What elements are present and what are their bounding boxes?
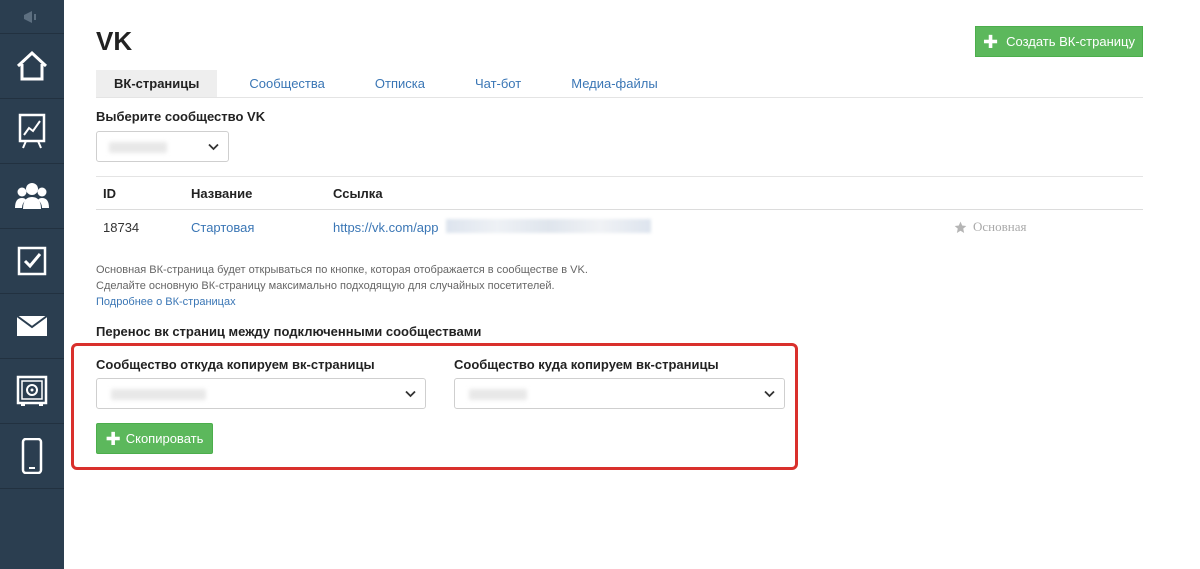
target-community-label: Сообщество куда копируем вк-страницы bbox=[454, 357, 719, 372]
home-icon bbox=[16, 50, 48, 81]
sidebar bbox=[0, 0, 64, 569]
plus-icon: ✚ bbox=[983, 31, 999, 52]
chevron-down-icon bbox=[764, 390, 775, 398]
copy-button-label: Скопировать bbox=[125, 431, 204, 446]
main-content: VK ✚ Создать ВК-страницу ВК-страницы Соо… bbox=[64, 0, 1200, 569]
community-select[interactable] bbox=[96, 131, 229, 162]
blurred-url bbox=[446, 219, 651, 233]
source-community-select[interactable] bbox=[96, 378, 426, 409]
megaphone-icon bbox=[24, 10, 36, 23]
chevron-down-icon bbox=[405, 390, 416, 398]
row-name-link[interactable]: Стартовая bbox=[191, 220, 254, 235]
tab-communities[interactable]: Сообщества bbox=[231, 70, 343, 97]
tab-chatbot[interactable]: Чат-бот bbox=[457, 70, 539, 97]
sidebar-top bbox=[0, 0, 64, 34]
table-row: 18734 Стартовая https://vk.com/app Основ… bbox=[96, 210, 1143, 244]
sidebar-item-home[interactable] bbox=[0, 34, 64, 99]
checkbox-icon bbox=[17, 246, 47, 276]
blurred-value bbox=[109, 142, 167, 153]
row-url-link[interactable]: https://vk.com/app bbox=[333, 220, 439, 235]
sidebar-item-tasks[interactable] bbox=[0, 229, 64, 294]
blurred-value bbox=[111, 389, 206, 400]
main-page-badge[interactable]: Основная bbox=[954, 219, 1026, 235]
chevron-down-icon bbox=[208, 143, 219, 151]
sidebar-item-safe[interactable] bbox=[0, 359, 64, 424]
note-line-1: Основная ВК-страница будет открываться п… bbox=[96, 264, 588, 276]
create-vk-page-label: Создать ВК-страницу bbox=[1006, 34, 1135, 49]
column-id: ID bbox=[103, 186, 116, 201]
users-icon bbox=[15, 183, 49, 209]
tab-bar: ВК-страницы Сообщества Отписка Чат-бот М… bbox=[96, 70, 1143, 98]
tab-unsubscribe[interactable]: Отписка bbox=[357, 70, 443, 97]
chart-icon bbox=[18, 113, 46, 149]
sidebar-item-mobile[interactable] bbox=[0, 424, 64, 489]
column-link: Ссылка bbox=[333, 186, 383, 201]
plus-icon: ✚ bbox=[105, 428, 121, 449]
note-line-2: Сделайте основную ВК-страницу максимальн… bbox=[96, 280, 555, 292]
table-header: ID Название Ссылка bbox=[96, 176, 1143, 210]
main-page-label: Основная bbox=[973, 219, 1027, 234]
blurred-value bbox=[469, 389, 527, 400]
sidebar-item-users[interactable] bbox=[0, 164, 64, 229]
column-name: Название bbox=[191, 186, 253, 201]
community-select-label: Выберите сообщество VK bbox=[96, 109, 266, 124]
safe-icon bbox=[16, 375, 48, 406]
source-community-label: Сообщество откуда копируем вк-страницы bbox=[96, 357, 375, 372]
sidebar-item-analytics[interactable] bbox=[0, 99, 64, 164]
row-id: 18734 bbox=[103, 220, 140, 235]
transfer-heading: Перенос вк страниц между подключенными с… bbox=[96, 324, 482, 339]
phone-icon bbox=[21, 438, 43, 474]
target-community-select[interactable] bbox=[454, 378, 785, 409]
tab-media-files[interactable]: Медиа-файлы bbox=[553, 70, 675, 97]
more-about-vk-pages-link[interactable]: Подробнее о ВК-страницах bbox=[96, 296, 236, 308]
copy-button[interactable]: ✚ Скопировать bbox=[96, 423, 213, 454]
vk-pages-table: ID Название Ссылка 18734 Стартовая https… bbox=[96, 176, 1143, 244]
star-icon bbox=[954, 221, 967, 233]
page-title: VK bbox=[96, 26, 133, 56]
create-vk-page-button[interactable]: ✚ Создать ВК-страницу bbox=[975, 26, 1143, 57]
help-note: Основная ВК-страница будет открываться п… bbox=[96, 262, 588, 310]
sidebar-item-mail[interactable] bbox=[0, 294, 64, 359]
tab-vk-pages[interactable]: ВК-страницы bbox=[96, 70, 218, 97]
mail-icon bbox=[16, 315, 48, 336]
